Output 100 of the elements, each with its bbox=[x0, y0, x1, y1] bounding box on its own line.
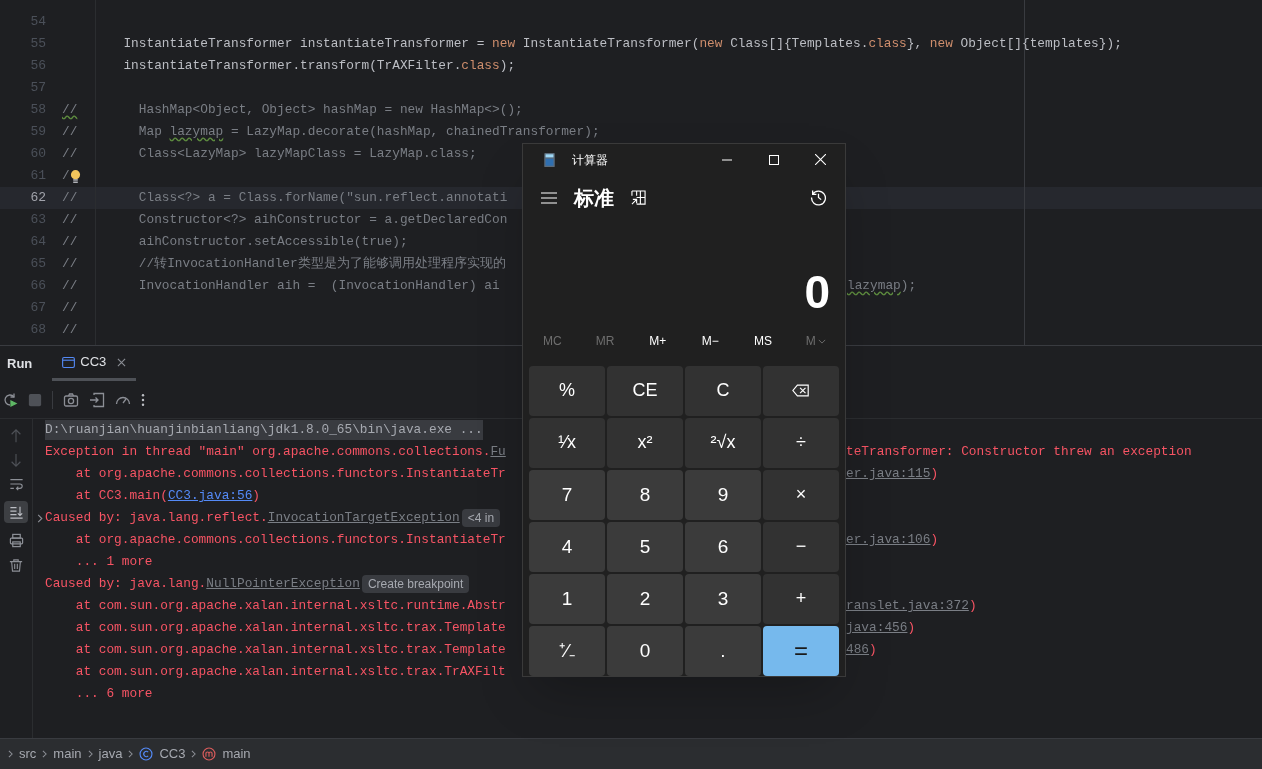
code-text: // Class<?> a = Class.forName("sun.reflect.annotati bbox=[62, 189, 508, 208]
source-link[interactable]: NullPointerException bbox=[206, 574, 360, 594]
printer-icon[interactable] bbox=[8, 533, 24, 548]
window-title: 计算器 bbox=[572, 151, 608, 169]
calculator-key[interactable]: 1 bbox=[529, 574, 605, 624]
maximize-icon[interactable] bbox=[769, 154, 779, 165]
error-text: ) bbox=[907, 619, 916, 638]
calculator-key[interactable]: 2 bbox=[607, 574, 683, 624]
calculator-key[interactable]: % bbox=[529, 366, 605, 416]
calculator-key[interactable]: ⁺⁄₋ bbox=[529, 626, 605, 676]
code-text: // Class<LazyMap> lazyMapClass = LazyMap.class; bbox=[62, 145, 477, 164]
code-text: Class[]{Templates. bbox=[729, 35, 869, 54]
code-text: lazymap bbox=[847, 277, 901, 296]
error-text: ) bbox=[252, 487, 261, 506]
calculator-key[interactable]: ÷ bbox=[763, 418, 839, 468]
chevron-right-icon bbox=[128, 750, 134, 758]
file-link[interactable]: CC3.java:56 bbox=[167, 486, 253, 506]
scroll-down-icon bbox=[8, 505, 24, 519]
source-link[interactable]: ranslet.java:372 bbox=[846, 596, 969, 616]
calculator-key[interactable]: 8 bbox=[607, 470, 683, 520]
calculator-key[interactable]: 0 bbox=[607, 626, 683, 676]
error-text: ) bbox=[869, 641, 877, 660]
source-link[interactable]: er.java:106 bbox=[846, 530, 931, 550]
source-link[interactable]: er.java:115 bbox=[846, 464, 931, 484]
backspace-icon bbox=[792, 384, 810, 398]
calculator-key[interactable]: − bbox=[763, 522, 839, 572]
memory-button[interactable]: M+ bbox=[631, 332, 684, 351]
breadcrumb-item[interactable]: CC3 bbox=[159, 744, 186, 764]
code-text: InstantiateTransformer instantiateTransformer = bbox=[122, 35, 486, 54]
calculator-key[interactable]: . bbox=[685, 626, 761, 676]
error-text: Caused by: java.lang.reflect. bbox=[45, 509, 268, 528]
code-text: new bbox=[929, 35, 953, 54]
error-text: ) bbox=[930, 531, 939, 550]
lightbulb-icon[interactable] bbox=[69, 168, 81, 184]
camera-icon[interactable] bbox=[63, 391, 79, 408]
calculator-key[interactable]: 5 bbox=[607, 522, 683, 572]
code-text: lazymap bbox=[169, 123, 224, 142]
calculator-icon bbox=[544, 152, 555, 167]
calculator-key[interactable]: 6 bbox=[685, 522, 761, 572]
error-text: at org.apache.commons.collections.functors.InstantiateTr bbox=[74, 465, 506, 484]
chevron-right-icon[interactable] bbox=[37, 513, 43, 523]
calculator-key[interactable]: 7 bbox=[529, 470, 605, 520]
calculator-key[interactable]: 3 bbox=[685, 574, 761, 624]
error-text: Exception in thread "main" org.apache.commons.collections. bbox=[45, 443, 491, 462]
code-text: HashMap<Object, Object> hashMap = new HashMap<>(); bbox=[137, 101, 523, 120]
code-text: // //转InvocationHandler类型是为了能够调用处理程序实现的 bbox=[62, 255, 506, 274]
code-text: class bbox=[868, 35, 907, 54]
calculator-key[interactable]: ¹⁄x bbox=[529, 418, 605, 468]
panel-title: Run bbox=[7, 354, 33, 373]
inline-hint[interactable]: Create breakpoint bbox=[361, 575, 470, 593]
error-text: at com.sun.org.apache.xalan.internal.xsltc.trax.Template bbox=[74, 619, 506, 638]
equals-key[interactable]: = bbox=[763, 626, 839, 676]
code-text: // aihConstructor.setAccessible(true); bbox=[62, 233, 408, 252]
breadcrumb-item[interactable]: main bbox=[53, 744, 82, 764]
menu-icon[interactable] bbox=[541, 191, 557, 204]
source-link[interactable]: Fu bbox=[490, 442, 506, 462]
chevron-right-icon bbox=[8, 750, 13, 758]
error-text: ) bbox=[930, 465, 939, 484]
code-text: // Map bbox=[62, 123, 163, 142]
backspace-key[interactable] bbox=[763, 366, 839, 416]
memory-button[interactable]: MS bbox=[736, 332, 790, 351]
error-text: ) bbox=[968, 597, 977, 616]
rerun-icon[interactable] bbox=[2, 391, 18, 408]
breadcrumb-item[interactable]: java bbox=[98, 744, 123, 764]
calculator-key[interactable]: C bbox=[685, 366, 761, 416]
code-text: new bbox=[492, 35, 516, 54]
code-text: // bbox=[62, 321, 78, 340]
calculator-key[interactable]: 4 bbox=[529, 522, 605, 572]
code-text: }, bbox=[906, 35, 924, 54]
mode-title: 标准 bbox=[574, 185, 614, 211]
source-link[interactable]: InvocationTargetException bbox=[267, 508, 460, 528]
breadcrumb-item[interactable]: src bbox=[19, 744, 37, 764]
calculator-key[interactable]: x² bbox=[607, 418, 683, 468]
scroll-to-end-button[interactable] bbox=[4, 501, 28, 523]
enter-icon[interactable] bbox=[89, 391, 105, 408]
error-text: at com.sun.org.apache.xalan.internal.xsltc.trax.Template bbox=[74, 641, 506, 660]
calculator-key[interactable]: + bbox=[763, 574, 839, 624]
more-icon[interactable] bbox=[141, 392, 145, 407]
keep-on-top-icon[interactable] bbox=[631, 190, 646, 206]
run-tab[interactable]: CC3 bbox=[52, 346, 137, 381]
code-text: Object[]{templates}); bbox=[959, 35, 1122, 54]
calculator-key[interactable]: ²√x bbox=[685, 418, 761, 468]
calculator-key[interactable]: × bbox=[763, 470, 839, 520]
code-text: // bbox=[62, 299, 78, 318]
trash-icon[interactable] bbox=[9, 558, 23, 573]
code-text: // bbox=[62, 101, 78, 120]
inline-hint[interactable]: <4 in bbox=[461, 509, 501, 527]
history-icon[interactable] bbox=[810, 189, 827, 207]
memory-button[interactable]: M− bbox=[684, 332, 737, 351]
chevron-right-icon bbox=[42, 750, 48, 758]
error-text: ... 6 more bbox=[74, 685, 153, 704]
error-text: at org.apache.commons.collections.functors.InstantiateTr bbox=[74, 531, 506, 550]
breadcrumb-item[interactable]: main bbox=[222, 744, 251, 764]
calculator-key[interactable]: 9 bbox=[685, 470, 761, 520]
source-link[interactable]: java:456 bbox=[846, 618, 908, 638]
error-text: at com.sun.org.apache.xalan.internal.xsltc.runtime.Abstr bbox=[74, 597, 506, 616]
calculator-key[interactable]: CE bbox=[607, 366, 683, 416]
caret-icon bbox=[817, 338, 826, 344]
source-link[interactable]: 486 bbox=[846, 640, 870, 660]
soft-wrap-icon[interactable] bbox=[8, 477, 24, 491]
